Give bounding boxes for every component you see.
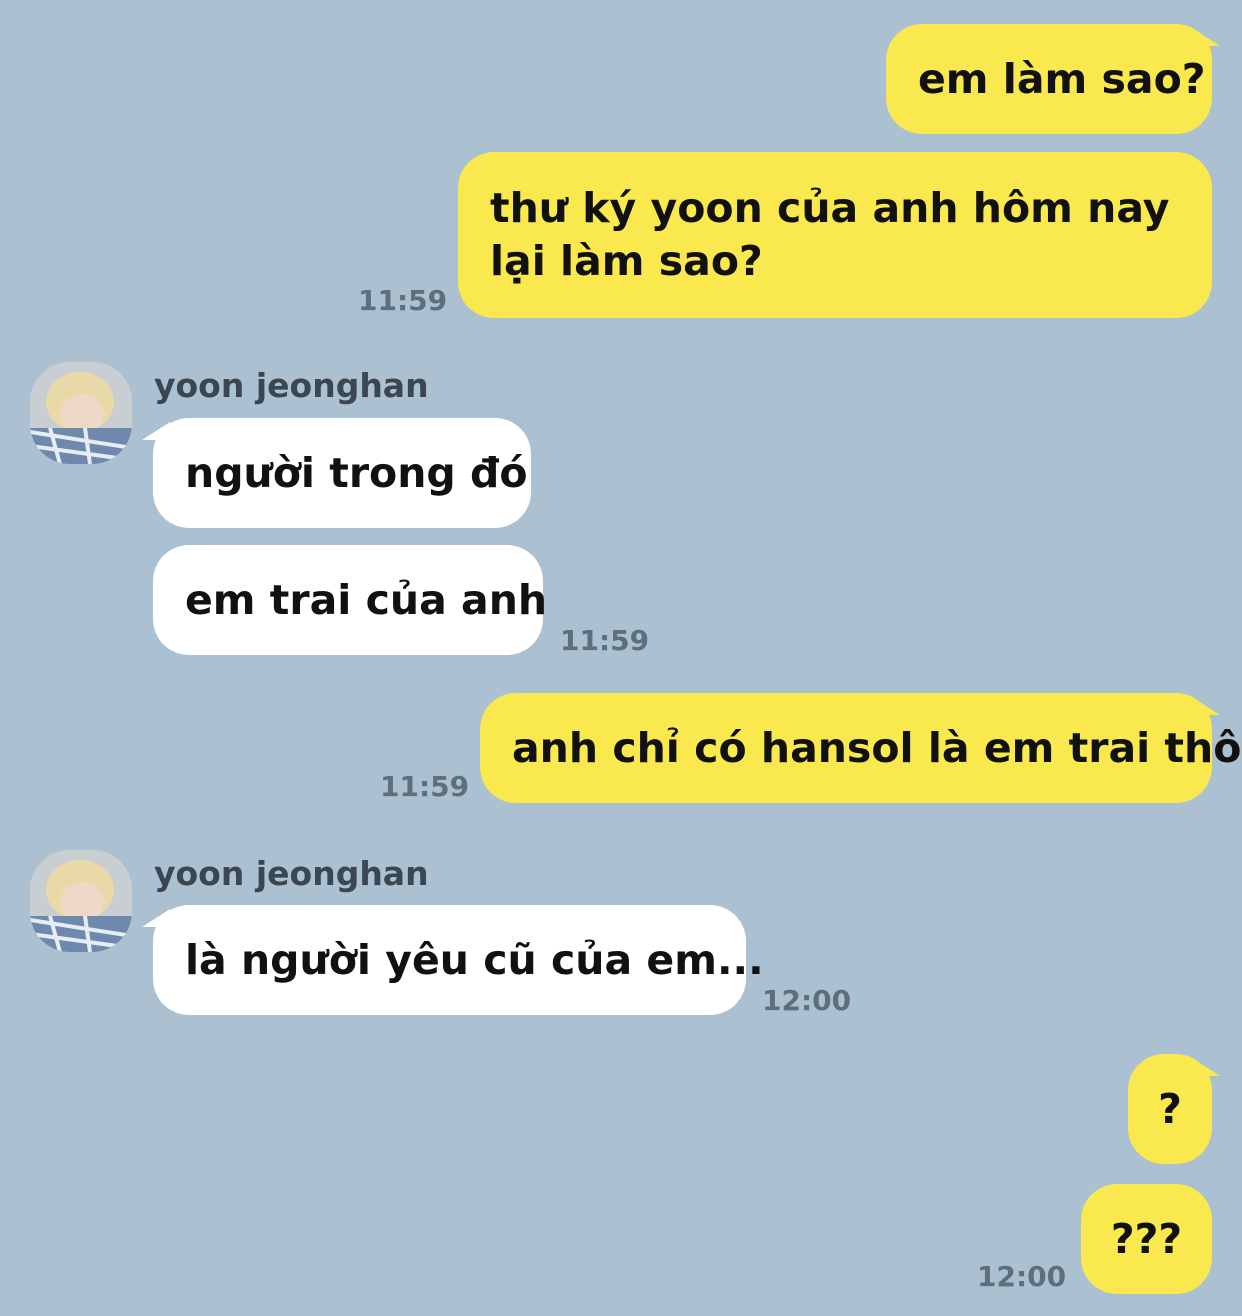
message-bubble-sent[interactable]: thư ký yoon của anh hôm nay lại làm sao? — [458, 152, 1212, 318]
message-bubble-received[interactable]: là người yêu cũ của em... — [153, 905, 764, 1015]
message-time: 12:00 — [977, 1260, 1067, 1293]
contact-name: yoon jeonghan — [154, 366, 429, 405]
message-text: người trong đó — [185, 448, 528, 497]
message-bubble-sent[interactable]: ??? — [1081, 1184, 1212, 1294]
message-bubble-received[interactable]: em trai của anh — [153, 545, 547, 655]
contact-avatar[interactable] — [30, 850, 132, 952]
message-time: 12:00 — [762, 984, 852, 1017]
message-bubble-sent[interactable]: anh chỉ có hansol là em trai thôi — [480, 693, 1242, 803]
message-time: 11:59 — [380, 770, 470, 803]
message-text: là người yêu cũ của em... — [185, 935, 764, 984]
avatar-photo-icon — [30, 850, 132, 952]
message-text: em làm sao? — [918, 54, 1206, 103]
message-bubble-sent[interactable]: ? — [1128, 1054, 1212, 1164]
message-text: ??? — [1110, 1214, 1183, 1263]
message-bubble-received[interactable]: người trong đó — [153, 418, 531, 528]
message-text: ? — [1158, 1084, 1182, 1133]
message-bubble-sent[interactable]: em làm sao? — [886, 24, 1212, 134]
message-time: 11:59 — [358, 284, 448, 317]
contact-avatar[interactable] — [30, 362, 132, 464]
message-text: anh chỉ có hansol là em trai thôi — [512, 723, 1242, 772]
message-text: thư ký yoon của anh hôm nay lại làm sao? — [490, 184, 1170, 285]
message-text: em trai của anh — [185, 575, 548, 624]
contact-name: yoon jeonghan — [154, 854, 429, 893]
message-time: 11:59 — [560, 624, 650, 657]
avatar-photo-icon — [30, 362, 132, 464]
